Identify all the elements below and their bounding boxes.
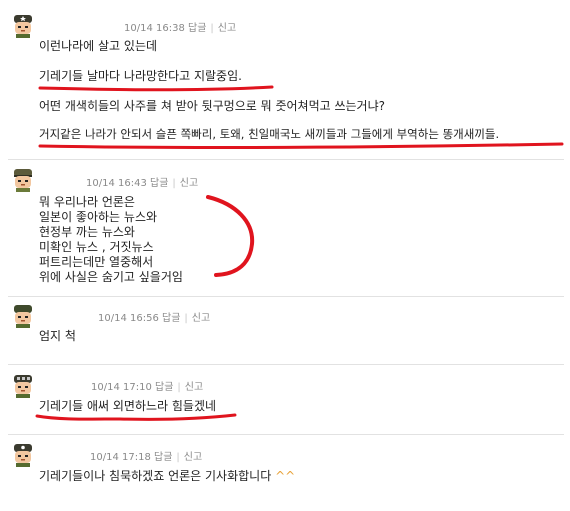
comment-text-line: 기레기들 날마다 나라망한다고 지랄중임. bbox=[39, 69, 242, 83]
soldier-avatar-icon[interactable] bbox=[11, 14, 35, 38]
reply-link[interactable]: 답글 bbox=[155, 382, 173, 393]
soldier-avatar-icon[interactable] bbox=[11, 443, 35, 467]
comment-timestamp: 10/14 17:18 bbox=[90, 452, 151, 463]
comment-text-line: 현정부 까는 뉴스와 bbox=[39, 225, 135, 239]
comment-text-line: 이런나라에 살고 있는데 bbox=[39, 39, 158, 53]
comment-text-line: 어떤 개색히들의 사주를 쳐 받아 뒷구멍으로 뭐 줏어쳐먹고 쓰는거냐? bbox=[39, 99, 386, 113]
reply-link[interactable]: 답글 bbox=[150, 178, 168, 189]
emoticon: ^^ bbox=[275, 469, 296, 483]
comment-meta: 10/14 17:10 답글 | 신고 bbox=[91, 382, 204, 393]
comment-meta: 10/14 16:56 답글 | 신고 bbox=[98, 313, 211, 324]
comment-text-line: 뭐 우리나라 언론은 bbox=[39, 195, 135, 209]
comment-timestamp: 10/14 16:43 bbox=[86, 178, 147, 189]
report-link[interactable]: 신고 bbox=[184, 452, 202, 463]
red-underline bbox=[35, 413, 237, 421]
comment-text-line: 엄지 척 bbox=[39, 329, 76, 343]
red-bracket bbox=[206, 195, 255, 277]
soldier-avatar-icon[interactable] bbox=[11, 304, 35, 328]
comment-text-line: 퍼트리는데만 열중해서 bbox=[39, 255, 154, 269]
comment-meta: 10/14 16:38 답글 | 신고 bbox=[124, 23, 237, 34]
report-link[interactable]: 신고 bbox=[192, 313, 210, 324]
soldier-avatar-icon[interactable] bbox=[11, 374, 35, 398]
comment-divider bbox=[8, 296, 564, 297]
comment-text-line: 위에 사실은 숨기고 싶을거임 bbox=[39, 270, 183, 284]
report-link[interactable]: 신고 bbox=[218, 23, 236, 34]
comment-meta: 10/14 17:18 답글 | 신고 bbox=[90, 452, 203, 463]
comment-divider bbox=[8, 434, 564, 435]
comment-text-line: 기레기들이나 침묵하겠죠 언론은 기사화합니다 ^^ bbox=[39, 469, 295, 484]
red-underline bbox=[38, 142, 564, 149]
comment-text-line: 미확인 뉴스 , 거짓뉴스 bbox=[39, 240, 154, 254]
comment-meta: 10/14 16:43 답글 | 신고 bbox=[86, 178, 199, 189]
reply-link[interactable]: 답글 bbox=[154, 452, 172, 463]
comment-text: 기레기들이나 침묵하겠죠 언론은 기사화합니다 bbox=[39, 469, 272, 483]
reply-link[interactable]: 답글 bbox=[162, 313, 180, 324]
soldier-avatar-icon[interactable] bbox=[11, 168, 35, 192]
comment-divider bbox=[8, 364, 564, 365]
report-link[interactable]: 신고 bbox=[185, 382, 203, 393]
comment-timestamp: 10/14 17:10 bbox=[91, 382, 152, 393]
report-link[interactable]: 신고 bbox=[180, 178, 198, 189]
comment-text-line: 일본이 좋아하는 뉴스와 bbox=[39, 210, 158, 224]
reply-link[interactable]: 답글 bbox=[188, 23, 206, 34]
comment-timestamp: 10/14 16:56 bbox=[98, 313, 159, 324]
comment-timestamp: 10/14 16:38 bbox=[124, 23, 185, 34]
comment-text-line: 거지같은 나라가 안되서 슬픈 쪽빠리, 토왜, 친일매국노 새끼들과 그들에게… bbox=[39, 127, 500, 141]
comment-divider bbox=[8, 159, 564, 160]
comment-text-line: 기레기들 애써 외면하느라 힘들겠네 bbox=[39, 399, 217, 413]
red-underline bbox=[38, 85, 274, 92]
